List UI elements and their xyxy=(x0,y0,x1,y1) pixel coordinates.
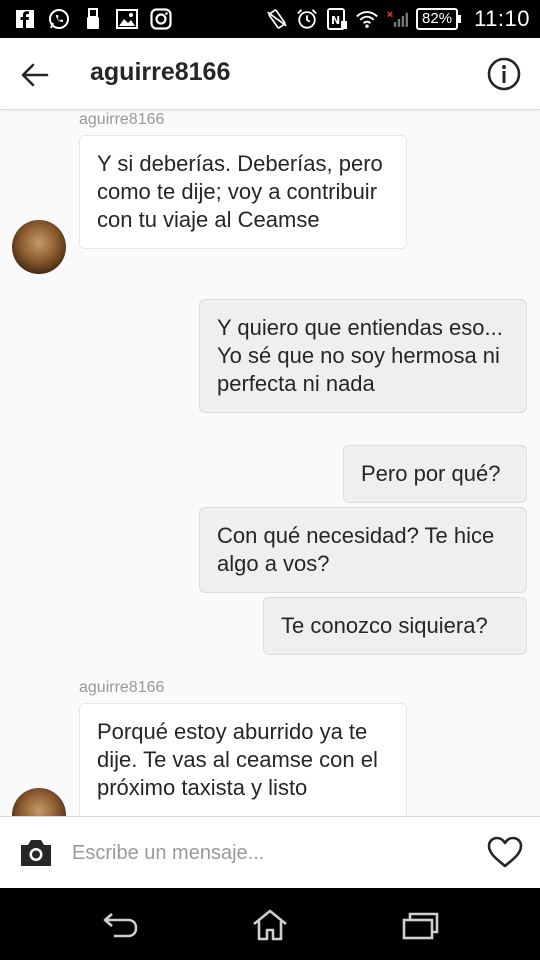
message-bubble-incoming[interactable]: Y si deberías. Deberías, pero como te di… xyxy=(79,135,407,249)
nav-home-button[interactable] xyxy=(250,908,290,942)
nav-back-button[interactable] xyxy=(100,908,140,942)
heart-icon xyxy=(487,836,523,868)
message-composer xyxy=(0,816,540,888)
battery-indicator: 82% xyxy=(416,8,462,30)
recents-icon xyxy=(402,912,439,940)
system-icons: N 82% 11:10 xyxy=(266,6,530,32)
navigation-bar xyxy=(0,888,540,960)
camera-button[interactable] xyxy=(18,837,54,869)
message-bubble-incoming[interactable]: Porqué estoy aburrido ya te dije. Te vas… xyxy=(79,703,407,816)
avatar[interactable] xyxy=(12,788,66,816)
nav-back-icon xyxy=(103,913,138,938)
conversation-title[interactable]: aguirre8166 xyxy=(90,58,230,87)
back-arrow-icon xyxy=(21,63,49,87)
notification-icons xyxy=(14,8,172,30)
message-bubble-outgoing[interactable]: Te conozco siquiera? xyxy=(263,597,527,655)
clock: 11:10 xyxy=(474,6,530,31)
svg-text:N: N xyxy=(331,14,340,27)
info-button[interactable] xyxy=(486,56,522,92)
whatsapp-icon xyxy=(48,8,70,30)
status-bar: N 82% 11:10 xyxy=(0,0,540,38)
conversation-header: aguirre8166 xyxy=(0,38,540,110)
signal-icon xyxy=(386,8,409,30)
back-button[interactable] xyxy=(18,58,52,92)
message-thread[interactable]: aguirre8166 Y si deberías. Deberías, per… xyxy=(0,110,540,816)
alarm-icon xyxy=(296,8,318,30)
vibrate-icon xyxy=(266,8,288,30)
usb-icon xyxy=(82,8,104,30)
image-icon xyxy=(116,8,138,30)
message-bubble-outgoing[interactable]: Y quiero que entiendas eso... Yo sé que … xyxy=(199,299,527,413)
nav-recents-button[interactable] xyxy=(400,908,440,942)
message-bubble-outgoing[interactable]: Pero por qué? xyxy=(343,445,527,503)
camera-icon xyxy=(21,840,51,866)
facebook-icon xyxy=(14,8,36,30)
avatar[interactable] xyxy=(12,220,66,274)
like-button[interactable] xyxy=(486,835,524,871)
instagram-icon xyxy=(150,8,172,30)
nfc-icon: N xyxy=(326,8,348,30)
message-input[interactable] xyxy=(72,835,462,871)
wifi-icon xyxy=(356,8,378,30)
message-bubble-outgoing[interactable]: Con qué necesidad? Te hice algo a vos? xyxy=(199,507,527,593)
info-icon xyxy=(487,57,521,91)
sender-name: aguirre8166 xyxy=(79,111,165,128)
sender-name: aguirre8166 xyxy=(79,679,165,696)
home-icon xyxy=(253,909,287,941)
